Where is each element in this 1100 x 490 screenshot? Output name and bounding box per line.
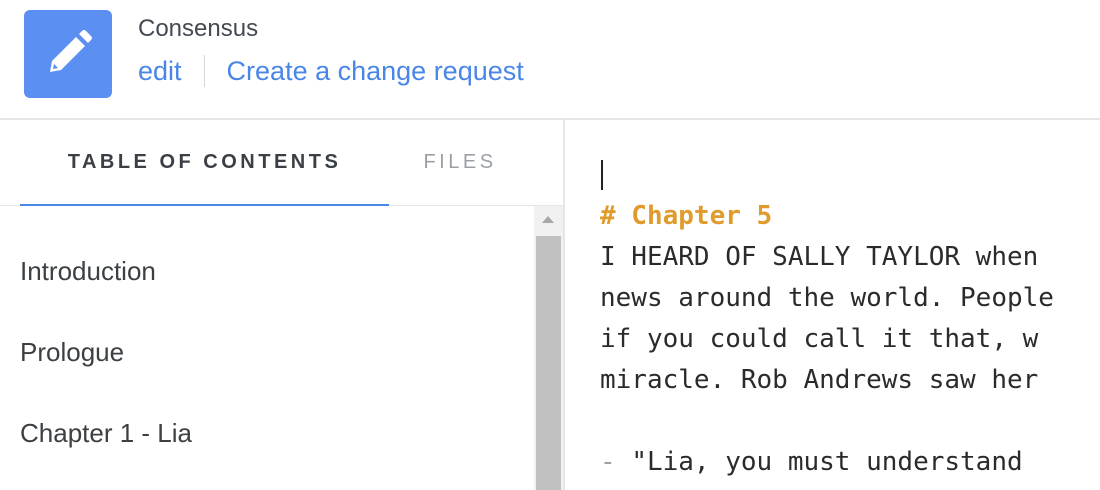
- editor-line-list-item: - "Lia, you must understand: [600, 446, 1023, 478]
- app-title: Consensus: [138, 15, 259, 42]
- edit-link[interactable]: edit: [138, 54, 182, 88]
- editor-line: if you could call it that, w: [600, 324, 1039, 354]
- editor-line-text: "Lia, you must understand: [631, 447, 1023, 477]
- tab-table-of-contents[interactable]: TABLE OF CONTENTS: [20, 120, 389, 206]
- scrollbar-thumb[interactable]: [536, 236, 561, 490]
- editor-line: I HEARD OF SALLY TAYLOR when: [600, 242, 1039, 272]
- editor-line: news around the world. People: [600, 283, 1054, 313]
- pencil-icon: [50, 30, 92, 72]
- create-change-request-link[interactable]: Create a change request: [227, 54, 524, 88]
- text-cursor: [601, 160, 603, 190]
- toc-scrollbar[interactable]: [534, 206, 563, 490]
- header-links: edit Create a change request: [138, 54, 524, 88]
- tab-files[interactable]: FILES: [389, 120, 531, 204]
- toc-item-introduction[interactable]: Introduction: [20, 255, 156, 287]
- scroll-up-arrow-icon[interactable]: [534, 206, 563, 234]
- link-divider: [203, 55, 205, 87]
- markdown-editor[interactable]: # Chapter 5 I HEARD OF SALLY TAYLOR when…: [565, 120, 1100, 490]
- toc-item-chapter-1[interactable]: Chapter 1 - Lia: [20, 417, 192, 449]
- list-bullet: -: [600, 447, 616, 477]
- toc-item-prologue[interactable]: Prologue: [20, 336, 124, 368]
- sidebar-tabs: TABLE OF CONTENTS FILES: [0, 120, 563, 206]
- editor-line: miracle. Rob Andrews saw her: [600, 365, 1039, 395]
- sidebar: TABLE OF CONTENTS FILES Introduction Pro…: [0, 120, 565, 490]
- editor-line-heading: # Chapter 5: [600, 201, 773, 231]
- app-header: Consensus edit Create a change request: [0, 0, 1100, 120]
- app-icon: [24, 10, 112, 98]
- toc-list: Introduction Prologue Chapter 1 - Lia: [0, 206, 534, 490]
